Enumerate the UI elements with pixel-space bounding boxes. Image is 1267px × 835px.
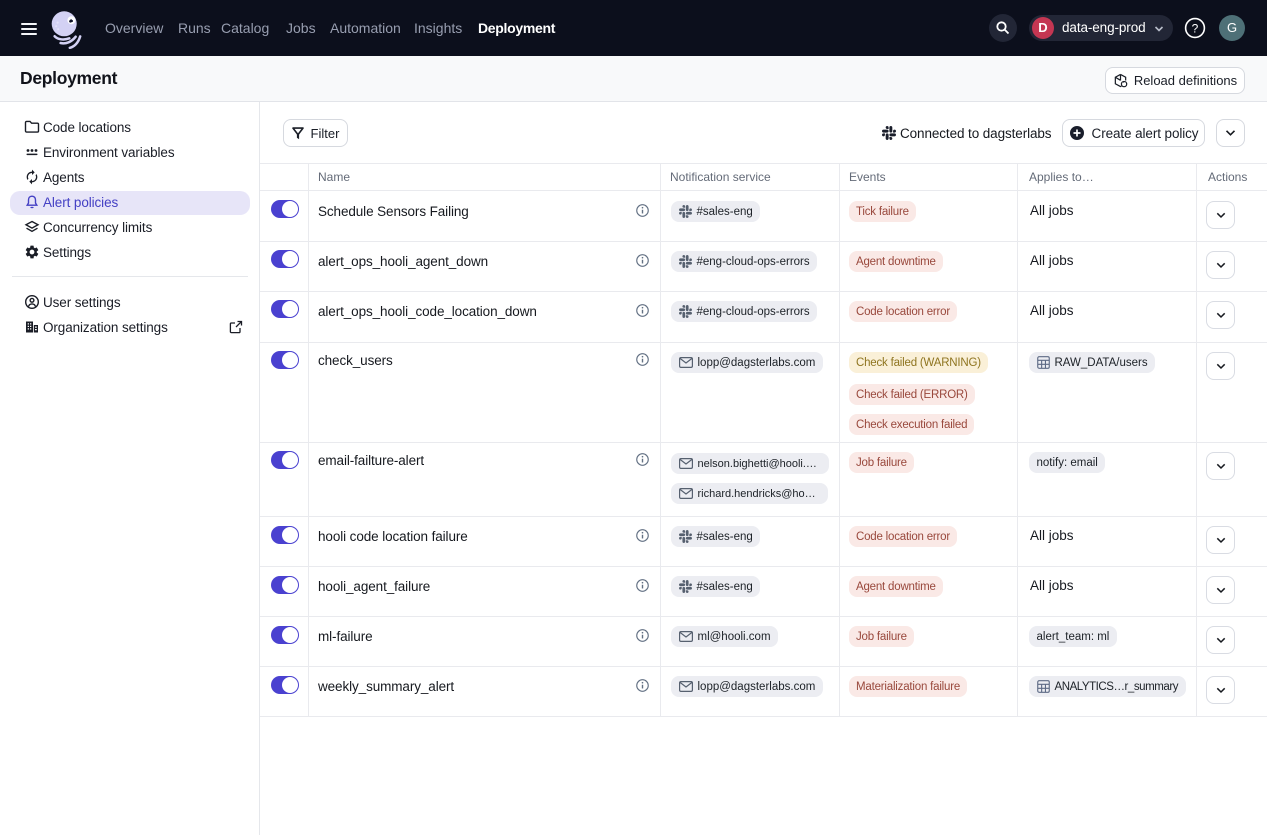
svg-text:?: ? [1192,21,1199,35]
